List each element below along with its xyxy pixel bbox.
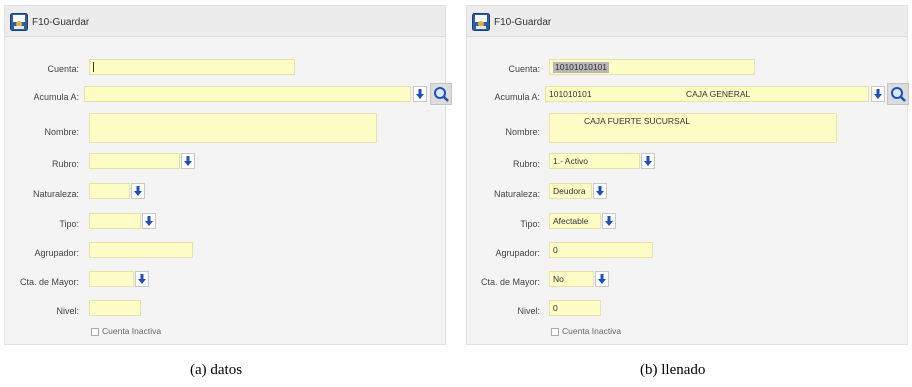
nivel-field[interactable]: 0 xyxy=(549,300,601,316)
cta-mayor-dropdown-button[interactable] xyxy=(595,271,609,287)
lookup-button[interactable] xyxy=(430,83,452,105)
arrow-down-icon xyxy=(605,216,613,226)
rubro-label: Rubro: xyxy=(51,159,79,169)
naturaleza-label: Naturaleza: xyxy=(32,189,79,199)
naturaleza-dropdown-button[interactable] xyxy=(131,183,145,199)
agrupador-field[interactable]: 0 xyxy=(549,242,653,258)
inactiva-label: Cuenta Inactiva xyxy=(102,326,162,336)
arrow-down-icon xyxy=(145,216,153,226)
caption-a: (a) datos xyxy=(190,362,243,378)
acumula-code: 101010101 xyxy=(549,89,592,99)
arrow-down-icon xyxy=(184,156,192,166)
inactiva-label: Cuenta Inactiva xyxy=(562,326,622,336)
arrow-down-icon xyxy=(644,156,652,166)
lookup-button[interactable] xyxy=(887,83,909,105)
nivel-value: 0 xyxy=(553,303,558,313)
acumula-field[interactable] xyxy=(84,86,411,102)
rubro-dropdown-button[interactable] xyxy=(181,153,195,169)
agrupador-label: Agrupador: xyxy=(34,248,79,258)
acumula-name: CAJA GENERAL xyxy=(686,89,751,99)
save-button[interactable]: F10-Guardar xyxy=(472,12,551,32)
nombre-field[interactable]: CAJA FUERTE SUCURSAL xyxy=(549,113,837,143)
cta-mayor-dropdown-button[interactable] xyxy=(135,271,149,287)
toolbar: F10-Guardar xyxy=(5,6,445,37)
rubro-label: Rubro: xyxy=(512,159,540,169)
toolbar: F10-Guardar xyxy=(467,6,907,37)
search-icon xyxy=(891,87,906,102)
cuenta-label: Cuenta: xyxy=(47,64,79,74)
nivel-label: Nivel: xyxy=(517,306,540,316)
rubro-dropdown-button[interactable] xyxy=(641,153,655,169)
acumula-label: Acumula A: xyxy=(494,92,540,102)
agrupador-value: 0 xyxy=(553,245,558,255)
acumula-label: Acumula A: xyxy=(33,92,79,102)
cta-mayor-value: No xyxy=(553,274,564,284)
save-label: F10-Guardar xyxy=(32,16,90,28)
cta-mayor-label: Cta. de Mayor: xyxy=(19,277,79,287)
arrow-down-icon xyxy=(596,186,604,196)
save-button[interactable]: F10-Guardar xyxy=(10,12,89,32)
arrow-down-icon xyxy=(874,89,882,99)
search-icon xyxy=(434,87,449,102)
nombre-label: Nombre: xyxy=(44,127,79,137)
form-panel-llenado: F10-Guardar Cuenta: 10101010101 Acumula … xyxy=(466,5,909,345)
save-icon xyxy=(472,13,490,31)
cuenta-field[interactable] xyxy=(89,59,295,75)
agrupador-label: Agrupador: xyxy=(495,248,540,258)
nivel-field[interactable] xyxy=(89,300,141,316)
tipo-dropdown-button[interactable] xyxy=(142,213,156,229)
tipo-field[interactable]: Afectable xyxy=(549,213,601,229)
agrupador-field[interactable] xyxy=(89,242,193,258)
tipo-dropdown-button[interactable] xyxy=(602,213,616,229)
rubro-field[interactable]: 1.- Activo xyxy=(549,153,640,169)
tipo-field[interactable] xyxy=(89,213,141,229)
save-label: F10-Guardar xyxy=(494,16,552,28)
nombre-field[interactable] xyxy=(89,113,377,143)
inactiva-checkbox[interactable] xyxy=(551,328,559,336)
rubro-field[interactable] xyxy=(89,153,180,169)
cta-mayor-label: Cta. de Mayor: xyxy=(480,277,540,287)
nivel-label: Nivel: xyxy=(56,306,79,316)
naturaleza-dropdown-button[interactable] xyxy=(593,183,607,199)
arrow-down-icon xyxy=(598,274,606,284)
cuenta-value: 10101010101 xyxy=(553,62,610,73)
cuenta-field[interactable]: 10101010101 xyxy=(549,59,755,75)
tipo-value: Afectable xyxy=(553,216,589,226)
text-cursor xyxy=(93,62,94,72)
caption-b: (b) llenado xyxy=(640,362,706,378)
form-panel-datos: F10-Guardar Cuenta: Acumula A: Nombre: R… xyxy=(4,5,452,345)
naturaleza-field[interactable]: Deudora xyxy=(549,183,592,199)
nombre-value: CAJA FUERTE SUCURSAL xyxy=(584,116,691,126)
acumula-field[interactable]: 101010101 CAJA GENERAL xyxy=(545,86,869,102)
acumula-dropdown-button[interactable] xyxy=(413,86,427,102)
tipo-label: Tipo: xyxy=(520,219,540,229)
tipo-label: Tipo: xyxy=(59,219,79,229)
save-icon xyxy=(10,13,28,31)
cta-mayor-field[interactable] xyxy=(89,271,134,287)
nombre-label: Nombre: xyxy=(505,127,540,137)
arrow-down-icon xyxy=(138,274,146,284)
naturaleza-label: Naturaleza: xyxy=(493,189,540,199)
cta-mayor-field[interactable]: No xyxy=(549,271,594,287)
arrow-down-icon xyxy=(416,89,424,99)
acumula-dropdown-button[interactable] xyxy=(871,86,885,102)
inactiva-checkbox[interactable] xyxy=(91,328,99,336)
naturaleza-value: Deudora xyxy=(553,186,586,196)
arrow-down-icon xyxy=(134,186,142,196)
cuenta-label: Cuenta: xyxy=(508,64,540,74)
naturaleza-field[interactable] xyxy=(89,183,130,199)
rubro-value: 1.- Activo xyxy=(553,156,588,166)
